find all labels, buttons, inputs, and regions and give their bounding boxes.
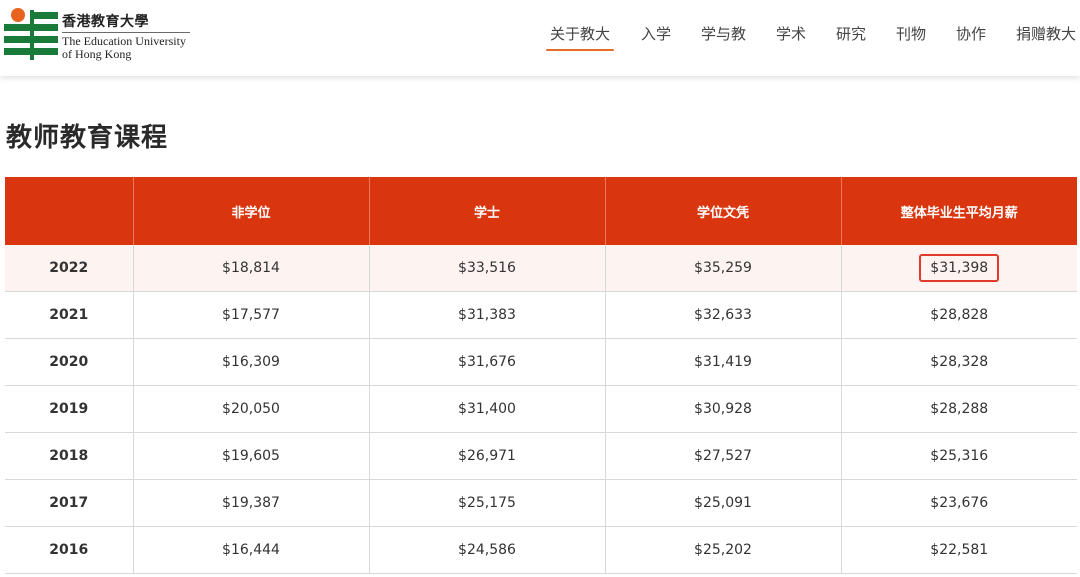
column-header-pgde: 学位文凭	[604, 177, 841, 245]
cell-overall: $25,316	[840, 432, 1077, 480]
salary-table-container: 非学位 学士 学位文凭 整体毕业生平均月薪 2022 $18,814 $33,5…	[5, 177, 1077, 574]
cell-year: 2021	[5, 291, 133, 339]
cell-non-degree: $16,309	[132, 338, 369, 386]
main-nav: 关于教大 入学 学与教 学术 研究 刊物 协作 捐赠教大	[540, 24, 1080, 51]
column-header-year	[5, 177, 133, 245]
site-header: 香港教育大學 The Education University of Hong …	[0, 0, 1080, 76]
cell-year: 2019	[5, 385, 133, 433]
nav-item-academics[interactable]: 学术	[776, 24, 806, 44]
logo-name-cn: 香港教育大學	[62, 14, 149, 30]
cell-overall: $28,828	[840, 291, 1077, 339]
logo-divider	[62, 32, 190, 33]
table-row: 2020 $16,309 $31,676 $31,419 $28,328	[5, 338, 1077, 386]
cell-pgde: $27,527	[604, 432, 841, 480]
column-header-non-degree: 非学位	[132, 177, 369, 245]
table-row: 2017 $19,387 $25,175 $25,091 $23,676	[5, 479, 1077, 527]
highlighted-value: $31,398	[919, 254, 1000, 282]
cell-pgde: $31,419	[604, 338, 841, 386]
cell-non-degree: $16,444	[132, 526, 369, 574]
cell-overall: $31,398	[840, 245, 1077, 292]
cell-bachelor: $31,383	[368, 291, 605, 339]
eduhk-emblem-icon	[4, 8, 58, 60]
cell-bachelor: $33,516	[368, 245, 605, 292]
cell-non-degree: $17,577	[132, 291, 369, 339]
cell-year: 2018	[5, 432, 133, 480]
nav-item-admissions[interactable]: 入学	[641, 24, 671, 44]
cell-bachelor: $26,971	[368, 432, 605, 480]
table-row: 2021 $17,577 $31,383 $32,633 $28,828	[5, 291, 1077, 339]
cell-bachelor: $31,400	[368, 385, 605, 433]
cell-pgde: $32,633	[604, 291, 841, 339]
cell-year: 2017	[5, 479, 133, 527]
nav-item-learning-teaching[interactable]: 学与教	[701, 24, 746, 44]
cell-pgde: $25,202	[604, 526, 841, 574]
cell-bachelor: $31,676	[368, 338, 605, 386]
cell-overall: $22,581	[840, 526, 1077, 574]
cell-pgde: $35,259	[604, 245, 841, 292]
cell-year: 2016	[5, 526, 133, 574]
cell-overall: $28,288	[840, 385, 1077, 433]
cell-overall: $28,328	[840, 338, 1077, 386]
page-title: 教师教育课程	[6, 123, 169, 153]
cell-pgde: $30,928	[604, 385, 841, 433]
nav-item-publications[interactable]: 刊物	[896, 24, 926, 44]
table-row: 2016 $16,444 $24,586 $25,202 $22,581	[5, 526, 1077, 574]
cell-year: 2022	[5, 245, 133, 292]
cell-non-degree: $19,387	[132, 479, 369, 527]
nav-item-research[interactable]: 研究	[836, 24, 866, 44]
table-row: 2019 $20,050 $31,400 $30,928 $28,288	[5, 385, 1077, 433]
cell-bachelor: $25,175	[368, 479, 605, 527]
eduhk-logo[interactable]: 香港教育大學 The Education University of Hong …	[4, 6, 204, 66]
nav-item-about[interactable]: 关于教大	[545, 24, 615, 51]
nav-item-collaboration[interactable]: 协作	[956, 24, 986, 44]
logo-text: 香港教育大學 The Education University of Hong …	[62, 14, 202, 61]
cell-pgde: $25,091	[604, 479, 841, 527]
cell-non-degree: $20,050	[132, 385, 369, 433]
cell-overall: $23,676	[840, 479, 1077, 527]
column-header-bachelor: 学士	[368, 177, 605, 245]
cell-non-degree: $19,605	[132, 432, 369, 480]
nav-item-donate[interactable]: 捐赠教大	[1016, 24, 1076, 44]
table-header-row: 非学位 学士 学位文凭 整体毕业生平均月薪	[5, 177, 1077, 245]
cell-bachelor: $24,586	[368, 526, 605, 574]
cell-year: 2020	[5, 338, 133, 386]
salary-table: 非学位 学士 学位文凭 整体毕业生平均月薪 2022 $18,814 $33,5…	[5, 177, 1077, 574]
logo-name-en-line2: of Hong Kong	[62, 47, 132, 61]
table-row: 2022 $18,814 $33,516 $35,259 $31,398	[5, 245, 1077, 292]
column-header-overall-salary: 整体毕业生平均月薪	[840, 177, 1077, 245]
cell-non-degree: $18,814	[132, 245, 369, 292]
table-row: 2018 $19,605 $26,971 $27,527 $25,316	[5, 432, 1077, 480]
